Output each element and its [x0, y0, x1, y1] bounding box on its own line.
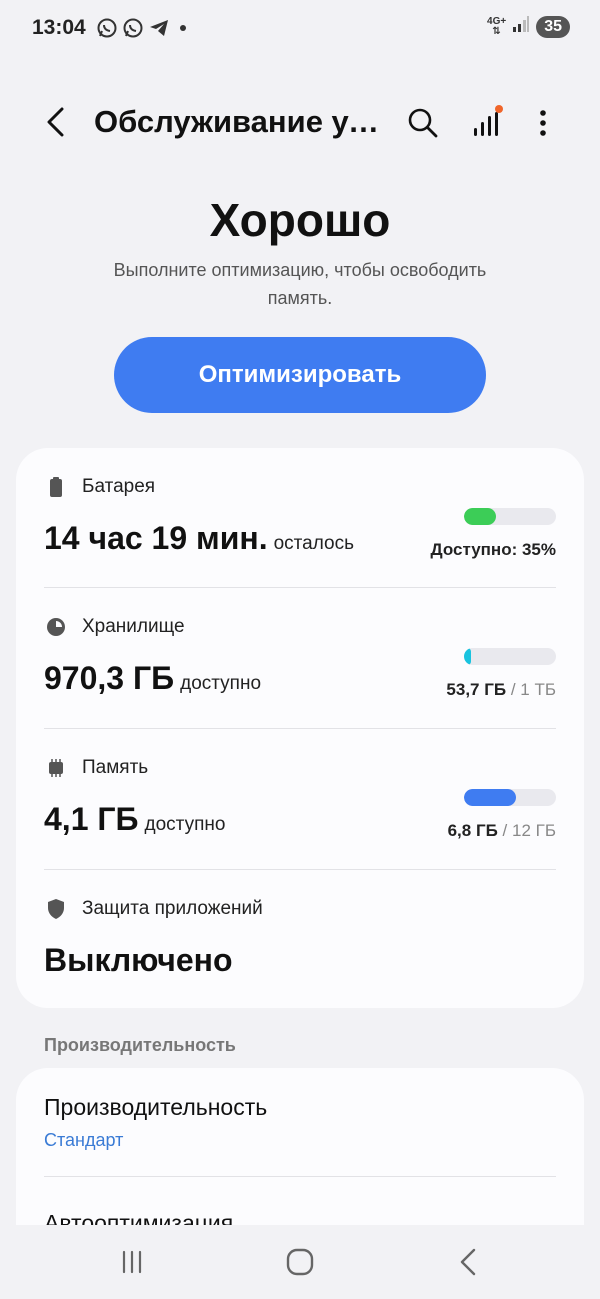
memory-progress-bar — [464, 789, 556, 806]
system-status-icons: 4G+ ⇅ 35 — [487, 15, 570, 38]
dot-icon — [180, 25, 186, 31]
storage-label-group: Хранилище — [46, 616, 185, 638]
battery-label: Батарея — [82, 476, 156, 497]
storage-available: 970,3 ГБ — [44, 660, 175, 696]
section-header-performance: Производительность — [44, 1035, 236, 1055]
shield-icon — [46, 898, 66, 920]
performance-card: Производительность Стандарт Автооптимиза… — [16, 1068, 584, 1228]
notification-icons — [96, 17, 186, 39]
status-time: 13:04 — [32, 16, 86, 39]
status-bar: 13:04 4G+ ⇅ 35 — [0, 0, 600, 58]
home-icon[interactable] — [280, 1245, 320, 1279]
memory-row[interactable]: Память 4,1 ГБ доступно 6,8 ГБ / 12 ГБ — [16, 729, 584, 869]
storage-usage: 53,7 ГБ / 1 ТБ — [446, 680, 556, 699]
navigation-bar — [0, 1225, 600, 1299]
battery-time-left: 14 час 19 мин. — [44, 520, 268, 556]
battery-row[interactable]: Батарея 14 час 19 мин. осталось Доступно:… — [16, 448, 584, 588]
performance-value: Стандарт — [44, 1130, 124, 1150]
memory-suffix: доступно — [144, 814, 226, 835]
storage-suffix: доступно — [180, 673, 262, 694]
storage-progress-bar — [464, 648, 556, 665]
performance-title: Производительность — [44, 1094, 268, 1120]
app-bar: Обслуживание устройства — [0, 92, 600, 154]
memory-available: 4,1 ГБ — [44, 801, 139, 837]
more-vert-icon[interactable] — [528, 104, 558, 142]
search-icon[interactable] — [404, 104, 442, 142]
network-type: 4G+ ⇅ — [487, 15, 507, 37]
app-protection-value-group: Выключено — [44, 942, 233, 979]
back-arrow-icon[interactable] — [38, 104, 74, 140]
memory-chip-icon — [46, 757, 66, 779]
device-status-card: Батарея 14 час 19 мин. осталось Доступно:… — [16, 448, 584, 1008]
status-description: Выполните оптимизацию, чтобы освободить … — [113, 260, 487, 308]
battery-value-group: 14 час 19 мин. осталось — [44, 520, 354, 557]
pie-chart-icon — [46, 616, 66, 638]
app-protection-status: Выключено — [44, 942, 233, 978]
signal-bars-icon[interactable] — [468, 104, 506, 142]
app-protection-label: Защита приложений — [82, 898, 263, 919]
recent-apps-icon[interactable] — [112, 1245, 152, 1279]
memory-usage: 6,8 ГБ / 12 ГБ — [447, 821, 556, 840]
battery-suffix: осталось — [273, 533, 354, 554]
telegram-icon — [148, 17, 170, 39]
whatsapp-icon — [122, 17, 144, 39]
battery-progress-fill — [464, 508, 497, 525]
back-icon[interactable] — [448, 1245, 488, 1279]
storage-value-group: 970,3 ГБ доступно — [44, 660, 261, 697]
app-protection-row[interactable]: Защита приложений Выключено — [16, 870, 584, 1010]
storage-progress-fill — [464, 648, 472, 665]
whatsapp-icon — [96, 17, 118, 39]
battery-label-group: Батарея — [46, 476, 155, 498]
app-protection-label-group: Защита приложений — [46, 898, 263, 920]
memory-value-group: 4,1 ГБ доступно — [44, 801, 225, 838]
battery-indicator: 35 — [536, 15, 570, 38]
memory-label: Память — [82, 757, 149, 778]
storage-label: Хранилище — [82, 616, 185, 637]
status-heading: Хорошо — [209, 194, 391, 246]
battery-available: Доступно: 35% — [430, 540, 556, 559]
memory-label-group: Память — [46, 757, 148, 779]
cell-signal-icon — [512, 15, 530, 38]
page-title: Обслуживание устройства — [94, 104, 394, 139]
battery-icon — [46, 476, 66, 498]
optimize-button[interactable]: Оптимизировать — [114, 337, 486, 413]
divider — [44, 1176, 556, 1177]
battery-progress-bar — [464, 508, 556, 525]
memory-progress-fill — [464, 789, 517, 806]
storage-row[interactable]: Хранилище 970,3 ГБ доступно 53,7 ГБ / 1 Т… — [16, 588, 584, 728]
